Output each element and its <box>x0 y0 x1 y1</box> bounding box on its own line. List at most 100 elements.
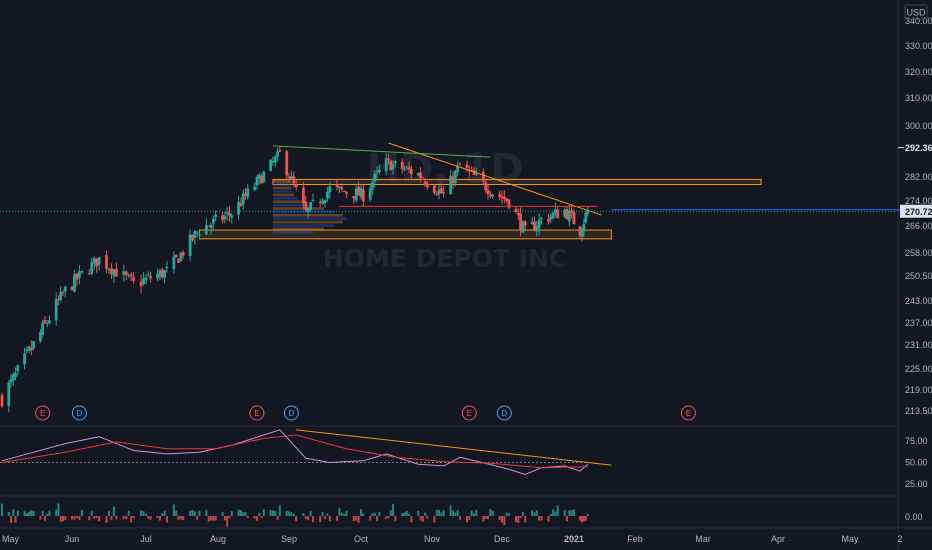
time-tick-label: 2021 <box>564 534 584 544</box>
candle-body <box>403 169 406 171</box>
volume-bar <box>357 516 360 523</box>
price-tick-label: 300.00 <box>905 121 932 131</box>
candle-body <box>321 201 324 204</box>
volume-bar <box>93 516 96 519</box>
candle-body <box>285 151 289 176</box>
candle-body <box>328 186 332 193</box>
candle-body <box>144 277 148 281</box>
volume-bar <box>570 509 573 516</box>
volume-bar <box>338 507 341 516</box>
volume-bar <box>285 511 288 516</box>
candle-body <box>352 195 356 199</box>
volume-bar <box>64 516 67 521</box>
candle-body <box>7 382 11 407</box>
candle-body <box>45 322 49 324</box>
candle-body <box>54 299 58 321</box>
candle-body <box>48 320 51 323</box>
volume-bar <box>71 516 73 520</box>
oscillator-pane <box>0 429 612 476</box>
volume-bar <box>48 510 51 516</box>
volume-bar <box>535 510 538 516</box>
volume-bar <box>459 516 461 520</box>
volume-bar <box>90 510 93 516</box>
price-tick-label: 330.00 <box>905 41 932 51</box>
support-zone[interactable] <box>198 229 612 240</box>
volume-bar <box>475 509 478 516</box>
resistance-zone[interactable] <box>272 178 762 185</box>
volume-bar <box>324 516 326 520</box>
volume-bar <box>221 512 224 516</box>
volume-bar <box>538 516 541 521</box>
volume-bar <box>433 516 436 523</box>
volume-bar <box>207 516 210 522</box>
time-tick-label: Feb <box>627 534 643 544</box>
volume-bar <box>392 503 395 516</box>
volume-bar <box>258 512 261 516</box>
candle-body <box>421 178 425 180</box>
volume-bar <box>403 512 406 516</box>
volume-bar <box>246 516 249 519</box>
volume-bar <box>239 510 242 516</box>
candle-body <box>193 230 197 238</box>
candle-body <box>342 190 346 192</box>
volume-bar <box>130 516 133 523</box>
volume-bar <box>230 511 233 516</box>
volume-bar <box>340 512 343 516</box>
price-tick-label: 340.00 <box>905 16 932 26</box>
volume-bar <box>394 516 397 522</box>
volume-bar <box>57 503 60 516</box>
candle-body <box>16 365 20 372</box>
candle-body <box>453 170 457 184</box>
candle-body <box>361 189 365 202</box>
chart-root[interactable]: HD, 1D HOME DEPOT INC E D E D E D E 340.00 330.… <box>0 0 932 550</box>
volume-profile-bar <box>272 186 292 190</box>
volume-profile-bar <box>272 207 324 210</box>
last-price-value: 270.72 <box>905 207 932 217</box>
high-price-value: 292.36 <box>905 143 932 153</box>
volume-bar <box>389 510 392 516</box>
candle-body <box>23 353 26 365</box>
candle-body <box>426 183 429 188</box>
candle-body <box>273 156 277 163</box>
volume-bar <box>410 516 413 523</box>
volume-bar <box>163 510 166 516</box>
volume-bar <box>122 516 125 519</box>
candle-body <box>92 258 96 264</box>
volume-bar <box>132 516 135 519</box>
watermark: HD, 1D HOME DEPOT INC <box>323 146 568 273</box>
volume-bar <box>172 504 175 516</box>
volume-bar <box>371 513 374 516</box>
earnings-badge-label: E <box>686 409 691 418</box>
candle-body <box>311 199 315 201</box>
volume-bar <box>295 516 298 522</box>
volume-bar <box>309 510 312 516</box>
volume-bar <box>547 516 550 522</box>
volume-bar <box>552 509 555 516</box>
volume-bar <box>302 512 305 516</box>
volume-bar <box>25 513 28 516</box>
volume-bar <box>7 511 10 516</box>
volume-bar <box>514 516 517 523</box>
volume-bar <box>147 516 150 519</box>
candle-body <box>290 176 293 180</box>
volume-bar <box>563 509 566 516</box>
price-tick-label: 310.00 <box>905 93 932 103</box>
candle-body <box>115 268 118 277</box>
volume-profile-bar <box>272 183 292 186</box>
candle-body <box>78 271 81 278</box>
volume-bar <box>385 516 388 519</box>
candle-body <box>209 224 213 228</box>
volume-bar <box>210 516 213 521</box>
volume-bar <box>304 516 307 520</box>
candle-body <box>551 212 555 219</box>
candle-body <box>400 161 404 170</box>
candle-body <box>223 215 227 220</box>
volume-bar <box>61 516 64 522</box>
volume-bar <box>578 516 581 521</box>
volume-bar <box>112 506 115 516</box>
currency-box[interactable]: USD <box>904 4 928 20</box>
volume-bar <box>573 509 575 516</box>
volume-bar <box>517 516 520 523</box>
volume-bar <box>179 516 182 520</box>
volume-bar <box>362 513 365 516</box>
